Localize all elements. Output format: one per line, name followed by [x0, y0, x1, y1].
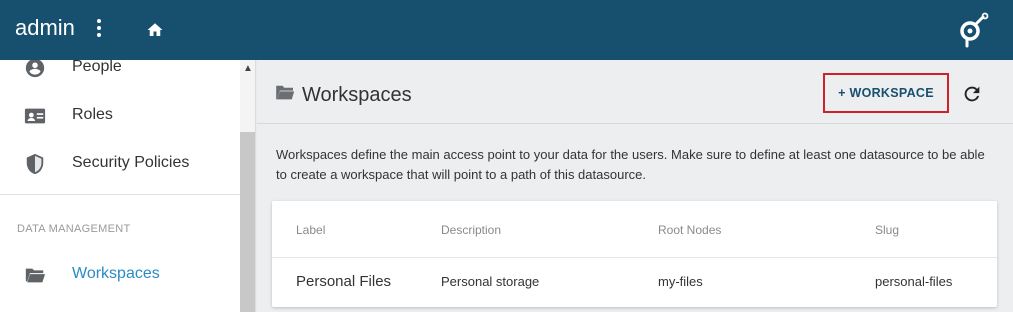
home-icon[interactable]	[146, 21, 164, 39]
refresh-icon[interactable]	[961, 83, 983, 105]
workspaces-table: Label Description Root Nodes Slug Person…	[272, 201, 997, 307]
person-icon	[25, 60, 45, 78]
sidebar-divider	[0, 194, 240, 195]
scrollbar-thumb[interactable]	[240, 132, 255, 312]
id-card-icon	[24, 108, 46, 124]
pydio-logo-icon[interactable]	[956, 12, 990, 48]
shield-icon	[26, 153, 44, 175]
sidebar-item-workspaces[interactable]: Workspaces	[0, 256, 240, 296]
sidebar-item-label: Security Policies	[72, 154, 190, 171]
intro-text: Workspaces define the main access point …	[276, 147, 985, 182]
column-header-description[interactable]: Description	[441, 223, 501, 237]
page-header: Workspaces + WORKSPACE	[257, 60, 1013, 124]
folder-open-icon	[276, 85, 295, 100]
add-workspace-button-label: + WORKSPACE	[838, 86, 934, 100]
cell-label: Personal Files	[296, 273, 392, 290]
column-header-label[interactable]: Label	[296, 223, 325, 237]
sidebar-scrollbar[interactable]: ▲	[240, 60, 255, 312]
main-content: Workspaces + WORKSPACE Workspaces define…	[257, 60, 1013, 312]
cell-slug: personal-files	[875, 274, 953, 289]
cell-root-nodes: my-files	[658, 274, 703, 289]
kebab-menu-icon[interactable]	[95, 19, 103, 39]
sidebar-item-label: Workspaces	[72, 265, 160, 282]
column-header-root-nodes[interactable]: Root Nodes	[658, 223, 721, 237]
sidebar-item-label: People	[72, 60, 122, 75]
top-app-bar: admin	[0, 0, 1013, 60]
sidebar-item-label: Roles	[72, 106, 113, 123]
cell-description: Personal storage	[441, 274, 540, 289]
sidebar-section-title: DATA MANAGEMENT	[17, 223, 131, 235]
sidebar-item-security-policies[interactable]: Security Policies	[0, 145, 240, 185]
sidebar: People Roles Security Policies DATA MANA…	[0, 60, 256, 312]
sidebar-item-people[interactable]: People	[0, 60, 240, 89]
add-workspace-button[interactable]: + WORKSPACE	[823, 73, 949, 113]
folder-open-icon	[25, 268, 46, 283]
column-header-slug[interactable]: Slug	[875, 223, 899, 237]
app-title: admin	[15, 15, 75, 40]
page-title: Workspaces	[302, 84, 412, 106]
scroll-up-arrow-icon[interactable]: ▲	[240, 60, 255, 76]
sidebar-item-roles[interactable]: Roles	[0, 97, 240, 137]
